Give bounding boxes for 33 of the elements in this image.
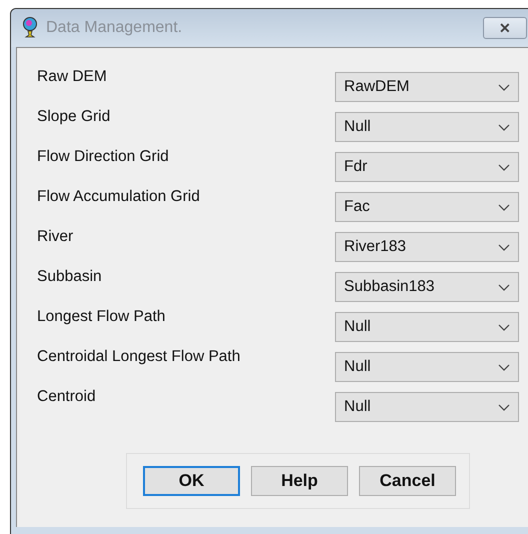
chevron-icon	[498, 364, 510, 370]
dropdown[interactable]: River183	[335, 232, 519, 262]
dropdown[interactable]: Fdr	[335, 152, 519, 182]
close-button[interactable]: ✕	[483, 17, 527, 39]
dropdown[interactable]: Fac	[335, 192, 519, 222]
globe-icon	[22, 16, 38, 40]
chevron-icon	[498, 324, 510, 330]
chevron-icon	[498, 204, 510, 210]
chevron-icon	[498, 284, 510, 290]
dropdown[interactable]: Null	[335, 312, 519, 342]
field-label: Raw DEM	[37, 68, 107, 86]
field-label: Centroidal Longest Flow Path	[37, 348, 240, 366]
dropdown[interactable]: Null	[335, 392, 519, 422]
chevron-icon	[498, 244, 510, 250]
chevron-icon	[498, 84, 510, 90]
dropdown[interactable]: Subbasin183	[335, 272, 519, 302]
field-label: Slope Grid	[37, 108, 110, 126]
dialog-button[interactable]: OK	[143, 466, 240, 496]
window-title: Data Management.	[46, 19, 184, 37]
dropdown[interactable]: RawDEM	[335, 72, 519, 102]
field-label: Flow Direction Grid	[37, 148, 169, 166]
field-label: Longest Flow Path	[37, 308, 166, 326]
chevron-icon	[498, 124, 510, 130]
field-label: Flow Accumulation Grid	[37, 188, 200, 206]
chevron-icon	[498, 404, 510, 410]
dropdown[interactable]: Null	[335, 112, 519, 142]
field-label: Centroid	[37, 388, 96, 406]
field-label: River	[37, 228, 74, 246]
field-label: Subbasin	[37, 268, 102, 286]
dialog-button[interactable]: Cancel	[359, 466, 456, 496]
dialog-button[interactable]: Help	[251, 466, 348, 496]
chevron-icon	[498, 164, 510, 170]
dropdown[interactable]: Null	[335, 352, 519, 382]
